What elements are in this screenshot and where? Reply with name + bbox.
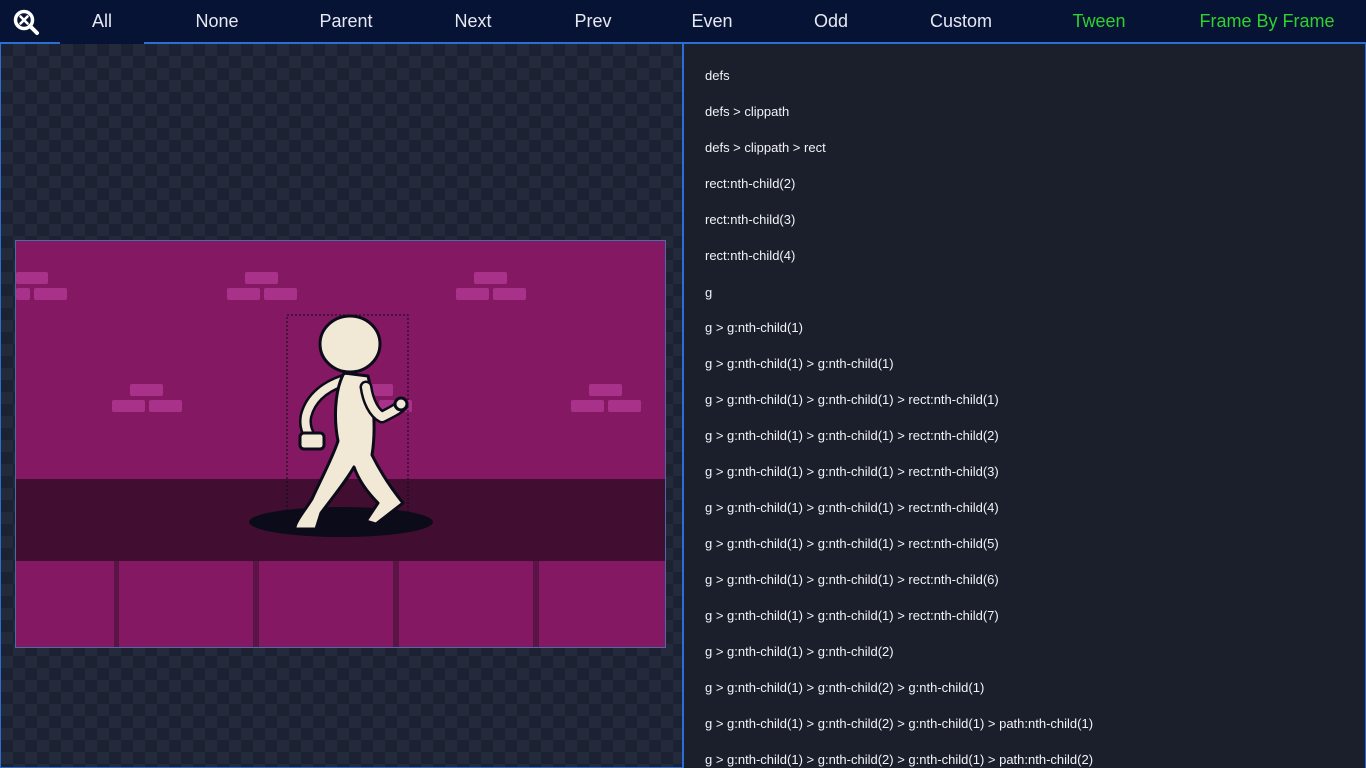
nav-next[interactable]: Next — [433, 0, 513, 42]
selector-item[interactable]: g > g:nth-child(1) > g:nth-child(1) > re… — [705, 606, 999, 626]
selector-item[interactable]: g > g:nth-child(1) > g:nth-child(1) > re… — [705, 498, 999, 518]
walk-cycle-scene — [16, 241, 665, 647]
nav-odd[interactable]: Odd — [791, 0, 871, 42]
selector-item[interactable]: g > g:nth-child(1) > g:nth-child(1) > re… — [705, 390, 999, 410]
character-shadow — [249, 507, 433, 537]
selector-item[interactable]: rect:nth-child(2) — [705, 174, 795, 194]
nav-tween[interactable]: Tween — [1049, 0, 1149, 42]
nav-none[interactable]: None — [177, 0, 257, 42]
selector-item[interactable]: g > g:nth-child(1) — [705, 318, 803, 338]
selector-item[interactable]: g > g:nth-child(1) > g:nth-child(2) > g:… — [705, 750, 1093, 768]
nav-parent[interactable]: Parent — [306, 0, 386, 42]
selector-item[interactable]: defs > clippath — [705, 102, 789, 122]
selector-item[interactable]: g > g:nth-child(1) > g:nth-child(2) > g:… — [705, 714, 1093, 734]
selector-item[interactable]: g > g:nth-child(1) > g:nth-child(1) > re… — [705, 570, 999, 590]
selector-item[interactable]: g > g:nth-child(1) > g:nth-child(1) > re… — [705, 534, 999, 554]
selector-item[interactable]: rect:nth-child(3) — [705, 210, 795, 230]
zoom-reset-icon[interactable] — [11, 8, 41, 36]
front-tiles — [16, 561, 665, 647]
nav-even[interactable]: Even — [672, 0, 752, 42]
selector-item[interactable]: rect:nth-child(4) — [705, 246, 795, 266]
nav-all[interactable]: All — [60, 0, 144, 44]
selector-item[interactable]: g > g:nth-child(1) > g:nth-child(2) > g:… — [705, 678, 984, 698]
selector-item[interactable]: g > g:nth-child(1) > g:nth-child(2) — [705, 642, 894, 662]
animation-artboard[interactable] — [15, 240, 666, 648]
selector-item[interactable]: g — [705, 283, 712, 303]
selector-item[interactable]: g > g:nth-child(1) > g:nth-child(1) > re… — [705, 426, 999, 446]
selector-item[interactable]: defs > clippath > rect — [705, 138, 826, 158]
nav-custom[interactable]: Custom — [911, 0, 1011, 42]
nav-frame-by-frame[interactable]: Frame By Frame — [1197, 0, 1337, 42]
top-toolbar: All None Parent Next Prev Even Odd Custo… — [0, 0, 1366, 44]
nav-prev[interactable]: Prev — [553, 0, 633, 42]
selector-item[interactable]: defs — [705, 66, 730, 86]
selector-item[interactable]: g > g:nth-child(1) > g:nth-child(1) > re… — [705, 462, 999, 482]
selector-item[interactable]: g > g:nth-child(1) > g:nth-child(1) — [705, 354, 894, 374]
selector-panel: defs defs > clippath defs > clippath > r… — [683, 44, 1366, 768]
canvas-stage — [0, 44, 683, 768]
